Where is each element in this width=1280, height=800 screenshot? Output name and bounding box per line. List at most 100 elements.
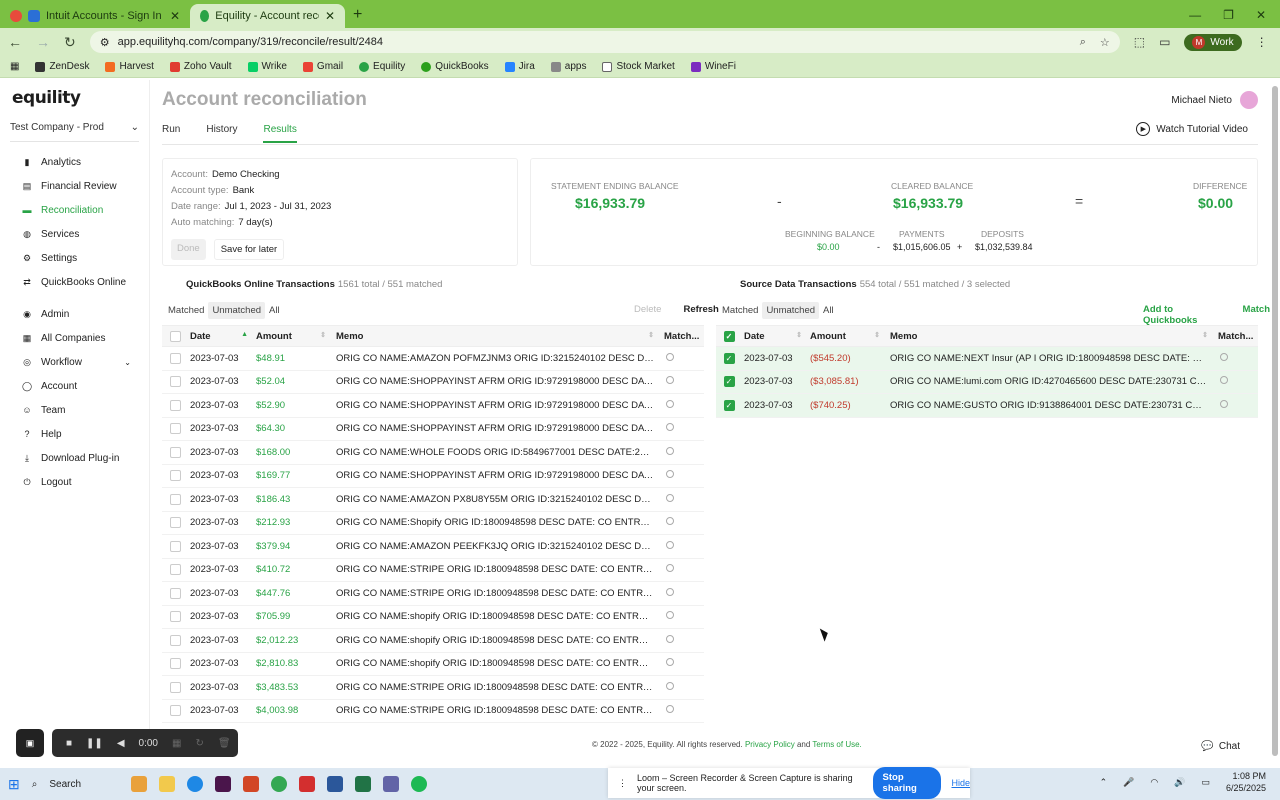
column-header-amount[interactable]: Amount ⇕ [808,331,886,342]
tab-results[interactable]: Results [263,124,297,143]
powerpoint-icon[interactable] [243,776,260,792]
word-icon[interactable] [327,776,344,792]
row-checkbox[interactable] [169,423,181,435]
save-for-later-button[interactable]: Save for later [213,239,285,260]
match-status-icon[interactable] [666,540,674,549]
site-info-icon[interactable]: ⚙ [100,36,110,49]
add-to-quickbooks-button[interactable]: Add to Quickbooks [1143,304,1221,326]
sidebar-item-team[interactable]: ☺ Team [0,398,149,422]
company-selector[interactable]: Test Company - Prod ⌄ [10,122,139,142]
column-header-memo[interactable]: Memo ⇕ [332,331,660,342]
select-all-checkbox[interactable]: ✓ [723,330,735,342]
volume-icon[interactable]: 🔊 [1174,777,1185,788]
match-status-icon[interactable] [666,634,674,643]
source-filter-unmatched[interactable]: Unmatched [762,302,820,319]
bookmark-zendesk[interactable]: ZenDesk [35,61,89,72]
match-status-icon[interactable] [666,658,674,667]
user-menu[interactable]: Michael Nieto [1171,91,1258,109]
source-filter-all[interactable]: All [819,302,838,319]
table-row[interactable]: 2023-07-03 $64.30 ORIG CO NAME:SHOPPAYINST… [162,418,704,441]
sidebar-item-settings[interactable]: ⚙ Settings [0,246,149,270]
table-row[interactable]: 2023-07-03 $168.00 ORIG CO NAME:WHOLE FOOD… [162,441,704,465]
camera-icon[interactable]: ▣ [16,729,44,757]
teams-icon[interactable] [383,776,400,792]
match-status-icon[interactable] [666,493,674,502]
select-all-checkbox[interactable] [169,330,181,342]
close-icon[interactable]: ✕ [170,9,180,23]
row-checkbox[interactable] [169,658,181,670]
apps-grid-icon[interactable]: ▦ [10,61,19,72]
match-status-icon[interactable] [666,446,674,455]
table-row[interactable]: 2023-07-03 $2,810.83 ORIG CO NAME:shopify … [162,653,704,676]
widgets-icon[interactable] [131,776,148,792]
column-header-date[interactable]: Date ⇕ [742,331,808,342]
bookmark-jira[interactable]: Jira [504,61,535,72]
address-bar[interactable]: ⚙ app.equilityhq.com/company/319/reconci… [89,31,1120,53]
row-checkbox[interactable]: ✓ [723,352,735,364]
forward-icon[interactable]: → [36,34,50,50]
match-status-icon[interactable] [666,587,674,596]
qbo-filter-unmatched[interactable]: Unmatched [208,302,266,319]
row-checkbox[interactable] [169,564,181,576]
chrome-icon[interactable] [271,776,288,792]
chat-button[interactable]: 💬 Chat [1201,741,1240,752]
match-status-icon[interactable] [666,705,674,714]
row-checkbox[interactable] [169,493,181,505]
bookmark-star-icon[interactable]: ☆ [1100,36,1110,49]
bookmark-zoho-vault[interactable]: Zoho Vault [169,61,232,72]
row-checkbox[interactable] [169,611,181,623]
sidebar-item-services[interactable]: ◍ Services [0,222,149,246]
column-header-match[interactable]: Match... [660,331,704,342]
search-icon[interactable]: ⌕ [32,779,38,790]
taskbar-search-label[interactable]: Search [49,779,119,790]
bookmark-stock-market[interactable]: Stock Market [602,61,675,72]
table-row[interactable]: 2023-07-03 $447.76 ORIG CO NAME:STRIPE ORI… [162,582,704,606]
sidebar-item-workflow[interactable]: ◎ Workflow ⌄ [0,350,149,374]
minimize-icon[interactable]: — [1189,8,1201,22]
sidebar-item-help[interactable]: ? Help [0,422,149,446]
browser-tab-equility[interactable]: Equility - Account reconcilia ✕ [190,4,345,28]
match-status-icon[interactable] [666,399,674,408]
row-checkbox[interactable] [169,446,181,458]
app-logo[interactable]: equility [0,80,149,116]
stop-icon[interactable]: ■ [66,738,72,749]
done-button[interactable]: Done [171,239,206,260]
close-window-icon[interactable]: ✕ [1256,8,1266,22]
microphone-icon[interactable]: 🎤 [1123,777,1134,788]
table-row[interactable]: 2023-07-03 $48.91 ORIG CO NAME:AMAZON POFM… [162,347,704,371]
extensions-icon[interactable]: ⬚ [1134,35,1145,49]
table-row[interactable]: 2023-07-03 $212.93 ORIG CO NAME:Shopify OR… [162,512,704,535]
table-row[interactable]: 2023-07-03 $186.43 ORIG CO NAME:AMAZON PX8… [162,488,704,512]
spotify-icon[interactable] [411,776,428,792]
hide-link[interactable]: Hide [951,778,970,788]
match-status-icon[interactable] [666,470,674,479]
sidebar-item-reconciliation[interactable]: ▬ Reconciliation [0,198,149,222]
privacy-policy-link[interactable]: Privacy Policy [745,740,795,749]
row-checkbox[interactable] [169,470,181,482]
refresh-button[interactable]: Refresh [683,304,718,315]
delete-button[interactable]: Delete [634,304,661,315]
table-row[interactable]: 2023-07-03 $705.99 ORIG CO NAME:shopify OR… [162,606,704,629]
restart-icon[interactable]: ↻ [195,738,203,749]
chevron-up-icon[interactable]: ⌃ [1100,777,1108,788]
sidebar-item-logout[interactable]: ⏻ Logout [0,470,149,494]
table-row[interactable]: 2023-07-03 $52.04 ORIG CO NAME:SHOPPAYINST… [162,371,704,394]
tab-run[interactable]: Run [162,124,180,143]
drag-handle-icon[interactable]: ⋮ [618,778,627,789]
row-checkbox[interactable] [169,517,181,529]
match-status-icon[interactable] [666,423,674,432]
bookmark-gmail[interactable]: Gmail [302,61,343,72]
row-checkbox[interactable] [169,540,181,552]
table-row[interactable]: ✓ 2023-07-03 ($740.25) ORIG CO NAME:GUSTO O… [716,394,1258,418]
row-checkbox[interactable] [169,681,181,693]
row-checkbox[interactable]: ✓ [723,399,735,411]
row-checkbox[interactable]: ✓ [723,376,735,388]
close-icon[interactable]: ✕ [325,9,335,23]
match-status-icon[interactable] [666,376,674,385]
column-header-date[interactable]: Date ▲ [188,331,254,342]
row-checkbox[interactable] [169,587,181,599]
row-checkbox[interactable] [169,399,181,411]
table-row[interactable]: 2023-07-03 $4,003.98 ORIG CO NAME:STRIPE O… [162,700,704,723]
table-row[interactable]: ✓ 2023-07-03 ($3,085.81) ORIG CO NAME:lumi.… [716,370,1258,394]
column-header-memo[interactable]: Memo ⇕ [886,331,1214,342]
